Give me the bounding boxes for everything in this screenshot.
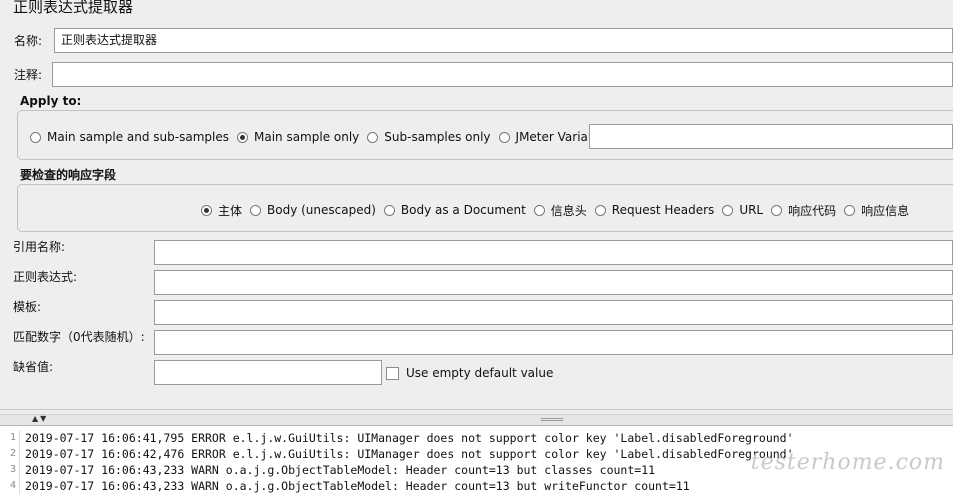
radio-circle-icon	[367, 131, 379, 143]
radio-headers[interactable]: 信息头	[533, 202, 587, 219]
radio-body-as-document[interactable]: Body as a Document	[383, 203, 526, 217]
log-line: 1 2019-07-17 16:06:41,795 ERROR e.l.j.w.…	[0, 430, 953, 446]
radio-response-code[interactable]: 响应代码	[771, 202, 836, 219]
radio-circle-icon	[30, 131, 41, 143]
watermark: testerhome.com	[750, 450, 945, 475]
default-value-input[interactable]	[154, 360, 382, 385]
use-empty-default-checkbox[interactable]: Use empty default value	[386, 366, 553, 380]
log-line: 4 2019-07-17 16:06:43,233 WARN o.a.j.g.O…	[0, 478, 953, 494]
radio-selected-icon	[201, 204, 212, 216]
collapse-arrows-icon[interactable]: ▲▼	[32, 414, 48, 424]
radio-url[interactable]: URL	[722, 203, 763, 217]
split-pane-divider[interactable]	[0, 414, 953, 425]
log-text: 2019-07-17 16:06:43,233 WARN o.a.j.g.Obj…	[25, 463, 656, 477]
radio-circle-icon	[594, 204, 606, 216]
field-to-check-title: 要检查的响应字段	[20, 168, 117, 182]
template-label: 模板:	[13, 300, 42, 314]
radio-selected-icon	[236, 131, 248, 143]
field-to-check-options: 主体 Body (unescaped) Body as a Document 信…	[201, 202, 917, 218]
comment-input[interactable]	[52, 62, 953, 87]
ref-name-input[interactable]	[154, 240, 953, 265]
default-value-label: 缺省值:	[13, 360, 54, 374]
name-input[interactable]: 正则表达式提取器	[54, 28, 953, 53]
drag-handle-icon[interactable]	[541, 418, 563, 421]
line-number: 1	[0, 430, 20, 446]
log-text: 2019-07-17 16:06:41,795 ERROR e.l.j.w.Gu…	[25, 431, 794, 445]
name-label: 名称:	[14, 34, 43, 48]
comment-label: 注释:	[14, 68, 43, 82]
panel-title: 正则表达式提取器	[13, 0, 134, 16]
radio-sub-samples-only[interactable]: Sub-samples only	[367, 130, 491, 144]
jmeter-variable-input[interactable]	[589, 124, 953, 149]
radio-response-message[interactable]: 响应信息	[844, 202, 909, 219]
radio-main-and-sub-samples[interactable]: Main sample and sub-samples	[30, 130, 229, 144]
radio-circle-icon	[771, 204, 783, 216]
line-number: 2	[0, 446, 20, 462]
log-text: 2019-07-17 16:06:43,233 WARN o.a.j.g.Obj…	[25, 479, 690, 493]
radio-body[interactable]: 主体	[201, 202, 242, 219]
match-no-input[interactable]	[154, 330, 953, 355]
log-text: 2019-07-17 16:06:42,476 ERROR e.l.j.w.Gu…	[25, 447, 794, 461]
regex-input[interactable]	[154, 270, 953, 295]
radio-body-unescaped[interactable]: Body (unescaped)	[250, 203, 376, 217]
template-input[interactable]	[154, 300, 953, 325]
apply-to-title: Apply to:	[20, 94, 82, 108]
radio-circle-icon	[383, 204, 395, 216]
panel-bottom-border	[0, 409, 953, 410]
radio-circle-icon	[533, 204, 545, 216]
radio-circle-icon	[844, 204, 856, 216]
line-number: 4	[0, 478, 20, 494]
apply-to-options: Main sample and sub-samples Main sample …	[30, 129, 614, 145]
radio-circle-icon	[250, 204, 262, 216]
ref-name-label: 引用名称:	[13, 240, 66, 254]
match-no-label: 匹配数字（0代表随机）:	[13, 330, 145, 344]
regex-label: 正则表达式:	[13, 270, 78, 284]
radio-request-headers[interactable]: Request Headers	[594, 203, 714, 217]
radio-circle-icon	[722, 204, 734, 216]
radio-main-sample-only[interactable]: Main sample only	[236, 130, 359, 144]
line-number: 3	[0, 462, 20, 478]
radio-circle-icon	[498, 131, 510, 143]
checkbox-icon	[386, 366, 399, 380]
